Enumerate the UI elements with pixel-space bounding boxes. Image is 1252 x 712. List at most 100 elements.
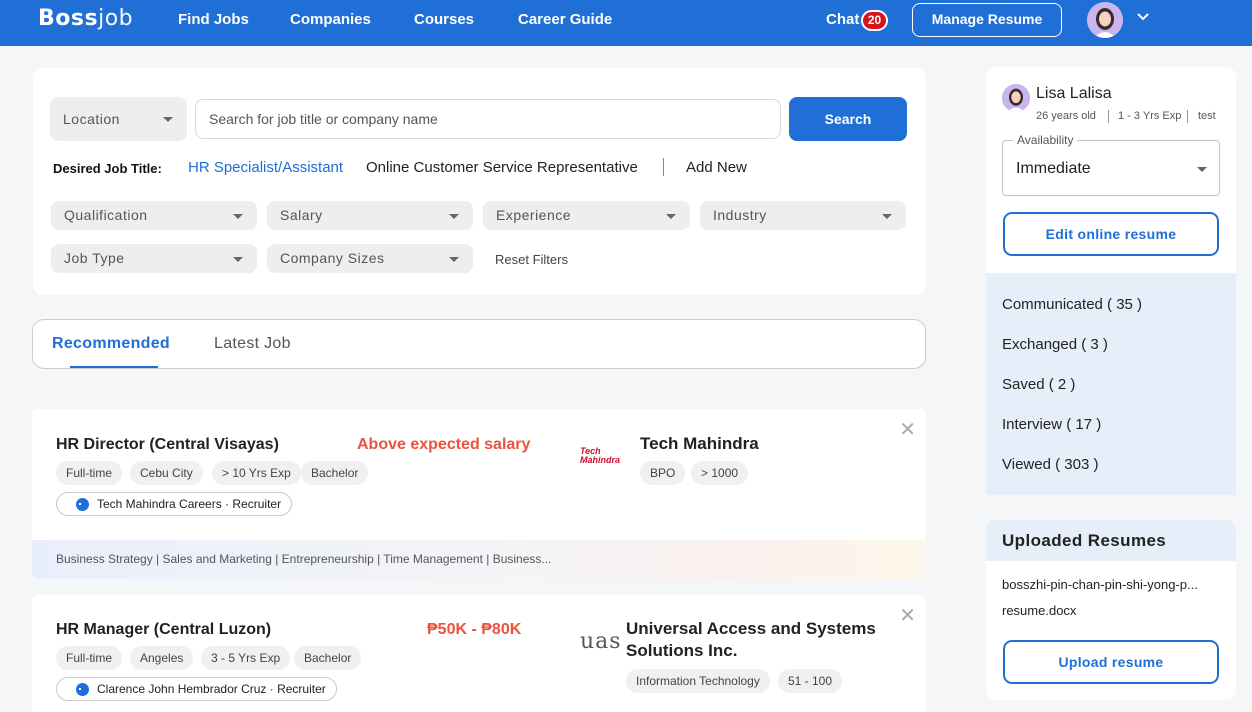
nav-companies[interactable]: Companies bbox=[290, 11, 371, 28]
job-card[interactable]: HR Manager (Central Luzon) ₱50K - ₱80K F… bbox=[32, 595, 926, 712]
stat-saved[interactable]: Saved ( 2 ) bbox=[1002, 376, 1075, 393]
filter-label: Industry bbox=[713, 207, 767, 223]
job-search-input[interactable]: Search for job title or company name bbox=[195, 99, 781, 139]
manage-resume-button[interactable]: Manage Resume bbox=[912, 3, 1062, 37]
industry-filter[interactable]: Industry bbox=[700, 201, 906, 230]
profile-avatar bbox=[1002, 84, 1030, 112]
search-button[interactable]: Search bbox=[789, 97, 907, 141]
job-type-filter[interactable]: Job Type bbox=[51, 244, 257, 273]
chevron-down-icon bbox=[666, 213, 676, 219]
salary-highlight: Above expected salary bbox=[357, 436, 531, 453]
bossjob-logo[interactable]: Bossjob bbox=[38, 6, 133, 31]
job-tag: > 10 Yrs Exp bbox=[212, 461, 301, 485]
company-sizes-filter[interactable]: Company Sizes bbox=[267, 244, 473, 273]
company-tag: Information Technology bbox=[626, 669, 770, 693]
reset-filters-button[interactable]: Reset Filters bbox=[495, 252, 568, 267]
job-tag: 3 - 5 Yrs Exp bbox=[201, 646, 291, 670]
resume-file[interactable]: resume.docx bbox=[1002, 603, 1076, 618]
account-menu-chevron-down-icon[interactable] bbox=[1136, 10, 1150, 29]
recruiter-name: Clarence John Hembrador Cruz · Recruiter bbox=[97, 682, 326, 696]
uploaded-resumes-heading: Uploaded Resumes bbox=[986, 520, 1236, 561]
job-title[interactable]: HR Manager (Central Luzon) bbox=[56, 621, 271, 639]
availability-label: Availability bbox=[1013, 133, 1078, 147]
salary-range: ₱50K - ₱80K bbox=[427, 621, 522, 638]
filter-label: Company Sizes bbox=[280, 250, 385, 266]
company-name[interactable]: Tech Mahindra bbox=[640, 433, 759, 455]
chevron-down-icon bbox=[163, 117, 173, 122]
filter-label: Qualification bbox=[64, 207, 148, 223]
company-name[interactable]: Universal Access and Systems Solutions I… bbox=[626, 618, 876, 662]
desired-title-hr-specialist[interactable]: HR Specialist/Assistant bbox=[188, 159, 343, 176]
chevron-down-icon bbox=[882, 213, 892, 219]
active-tab-indicator bbox=[70, 366, 158, 368]
divider bbox=[1108, 110, 1109, 123]
job-tag: Full-time bbox=[56, 461, 123, 485]
location-select-label: Location bbox=[63, 111, 120, 127]
job-tag: Bachelor bbox=[301, 461, 369, 485]
availability-value: Immediate bbox=[1016, 160, 1091, 177]
qualification-filter[interactable]: Qualification bbox=[51, 201, 257, 230]
availability-select[interactable]: Availability Immediate bbox=[1002, 133, 1220, 196]
resume-file[interactable]: bosszhi-pin-chan-pin-shi-yong-p... bbox=[1002, 577, 1198, 592]
chat-unread-badge: 20 bbox=[861, 10, 888, 31]
filter-label: Experience bbox=[496, 207, 572, 223]
job-tag: Angeles bbox=[130, 646, 194, 670]
company-tag: BPO bbox=[640, 461, 686, 485]
uas-logo: uas bbox=[580, 629, 622, 654]
tab-recommended[interactable]: Recommended bbox=[52, 335, 170, 353]
edit-online-resume-button[interactable]: Edit online resume bbox=[1003, 212, 1219, 256]
add-new-desired-title-link[interactable]: Add New bbox=[686, 159, 747, 176]
uploaded-resumes-card: Uploaded Resumes bosszhi-pin-chan-pin-sh… bbox=[986, 520, 1236, 700]
stat-viewed[interactable]: Viewed ( 303 ) bbox=[1002, 456, 1098, 473]
recruiter-chip[interactable]: Tech Mahindra Careers · Recruiter bbox=[56, 492, 293, 516]
recruiter-chip[interactable]: Clarence John Hembrador Cruz · Recruiter bbox=[56, 677, 337, 701]
salary-filter[interactable]: Salary bbox=[267, 201, 473, 230]
dismiss-close-icon[interactable]: ✕ bbox=[899, 603, 916, 628]
desired-job-title-label: Desired Job Title: bbox=[53, 161, 162, 176]
chevron-down-icon bbox=[1197, 167, 1207, 172]
chevron-down-icon bbox=[449, 256, 459, 262]
divider bbox=[1187, 110, 1188, 123]
nav-find-jobs[interactable]: Find Jobs bbox=[178, 11, 249, 28]
profile-extra: test bbox=[1198, 110, 1216, 122]
top-navigation-bar: Bossjob Find Jobs Companies Courses Care… bbox=[0, 0, 1252, 46]
recruiter-name: Tech Mahindra Careers · Recruiter bbox=[97, 497, 282, 511]
chevron-down-icon bbox=[449, 213, 459, 219]
job-tag: Full-time bbox=[56, 646, 123, 670]
search-panel: Location Search for job title or company… bbox=[33, 68, 926, 295]
chat-bubble-icon bbox=[76, 683, 89, 696]
tab-latest-job[interactable]: Latest Job bbox=[214, 335, 291, 353]
job-feed-tabs: Recommended Latest Job bbox=[32, 319, 926, 369]
company-tag: > 1000 bbox=[691, 461, 749, 485]
filter-label: Job Type bbox=[64, 250, 125, 266]
filter-label: Salary bbox=[280, 207, 323, 223]
nav-courses[interactable]: Courses bbox=[414, 11, 474, 28]
job-tag: Bachelor bbox=[294, 646, 362, 670]
stat-interview[interactable]: Interview ( 17 ) bbox=[1002, 416, 1101, 433]
job-tag: Cebu City bbox=[130, 461, 203, 485]
activity-stats: Communicated ( 35 ) Exchanged ( 3 ) Save… bbox=[986, 273, 1236, 495]
location-select[interactable]: Location bbox=[50, 97, 187, 141]
experience-filter[interactable]: Experience bbox=[483, 201, 690, 230]
job-skills: Business Strategy | Sales and Marketing … bbox=[32, 540, 926, 579]
profile-name: Lisa Lalisa bbox=[1036, 85, 1112, 102]
profile-age: 26 years old bbox=[1036, 110, 1096, 122]
upload-resume-button[interactable]: Upload resume bbox=[1003, 640, 1219, 684]
chevron-down-icon bbox=[233, 256, 243, 262]
job-title[interactable]: HR Director (Central Visayas) bbox=[56, 436, 279, 454]
stat-communicated[interactable]: Communicated ( 35 ) bbox=[1002, 296, 1142, 313]
profile-summary-card: Lisa Lalisa 26 years old 1 - 3 Yrs Exp t… bbox=[986, 67, 1236, 495]
desired-title-customer-service[interactable]: Online Customer Service Representative bbox=[366, 159, 638, 176]
stat-exchanged[interactable]: Exchanged ( 3 ) bbox=[1002, 336, 1108, 353]
chat-bubble-icon bbox=[76, 498, 89, 511]
chevron-down-icon bbox=[233, 213, 243, 219]
divider bbox=[663, 158, 664, 176]
job-card[interactable]: HR Director (Central Visayas) Above expe… bbox=[32, 409, 926, 579]
profile-experience: 1 - 3 Yrs Exp bbox=[1118, 110, 1182, 122]
tech-mahindra-logo: Tech Mahindra bbox=[580, 446, 621, 465]
company-tag: 51 - 100 bbox=[778, 669, 843, 693]
dismiss-close-icon[interactable]: ✕ bbox=[899, 417, 916, 442]
nav-chat[interactable]: Chat bbox=[826, 11, 859, 28]
user-avatar[interactable] bbox=[1087, 2, 1123, 38]
nav-career-guide[interactable]: Career Guide bbox=[518, 11, 612, 28]
